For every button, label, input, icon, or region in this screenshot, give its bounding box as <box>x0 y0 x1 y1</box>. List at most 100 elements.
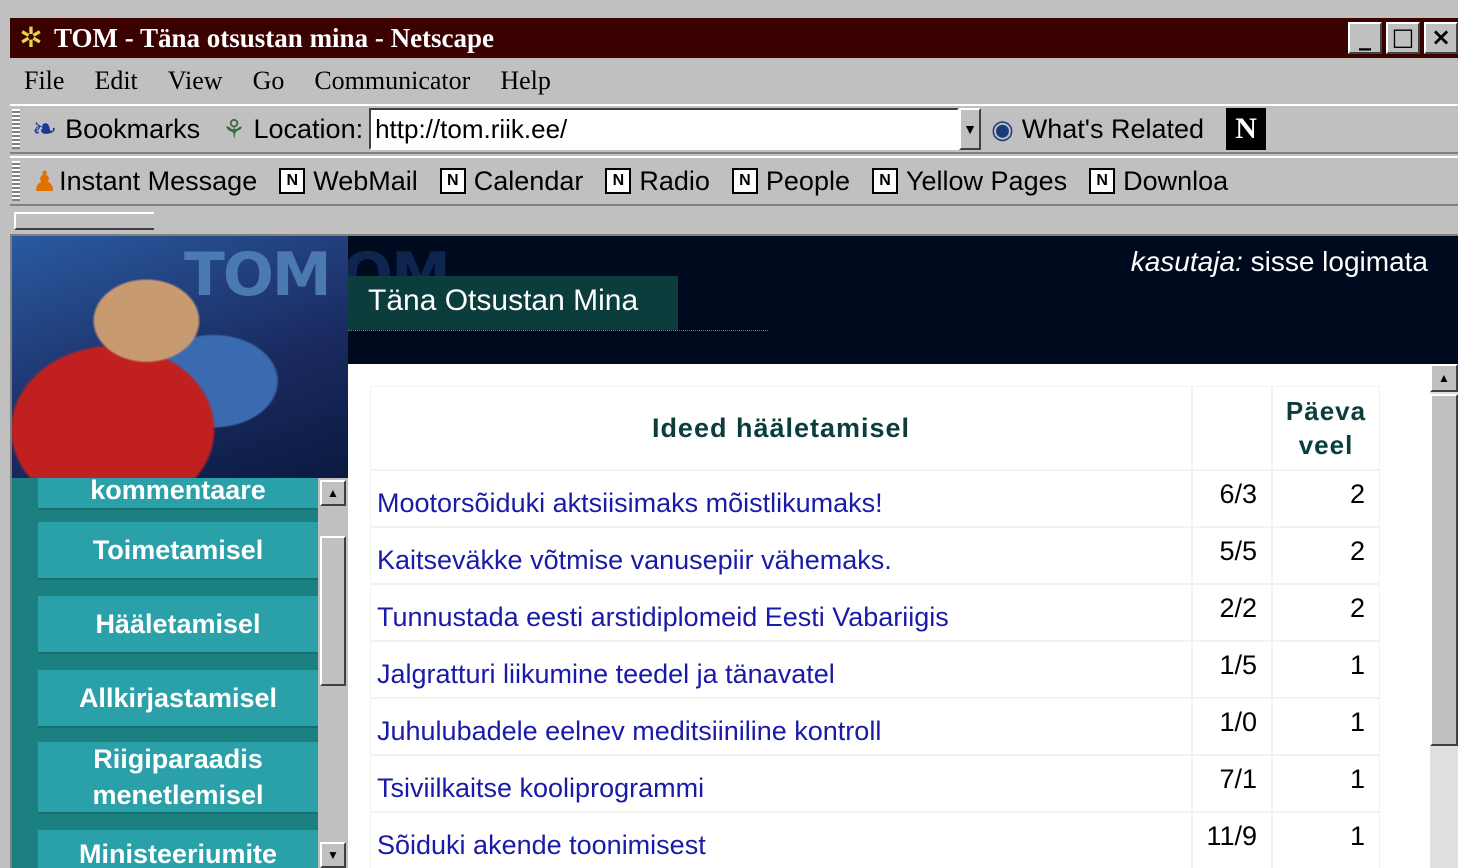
divider <box>348 330 768 331</box>
location-icon: ⚘ <box>222 113 246 144</box>
toolbar-collapse-tab[interactable] <box>14 212 154 230</box>
idea-days-left: 1 <box>1272 641 1380 698</box>
bookmark-link-icon: N <box>279 168 306 194</box>
idea-link[interactable]: Tsiviilkaitse kooliprogrammi <box>370 755 1192 812</box>
bookmark-link-icon: N <box>439 168 466 194</box>
sidebar-scrollbar[interactable]: ▲ ▼ <box>318 478 348 868</box>
table-row: Mootorsõiduki aktsiisimaks mõistlikumaks… <box>370 470 1380 527</box>
window-controls: _ □ × <box>1348 22 1458 54</box>
idea-link[interactable]: Tunnustada eesti arstidiplomeid Eesti Va… <box>370 584 1192 641</box>
toolbar-grip[interactable] <box>12 109 20 149</box>
site-title: Täna Otsustan Mina <box>368 284 639 317</box>
idea-days-left: 2 <box>1272 527 1380 584</box>
idea-votes: 6/3 <box>1192 470 1272 527</box>
maximize-button[interactable]: □ <box>1386 22 1420 54</box>
table-header-votes <box>1192 386 1272 470</box>
scroll-up-arrow-icon[interactable]: ▲ <box>320 480 346 506</box>
idea-link[interactable]: Kaitseväkke võtmise vanusepiir vähemaks. <box>370 527 1192 584</box>
sidebar-scroll-thumb[interactable] <box>320 536 346 686</box>
link-calendar[interactable]: Calendar <box>474 166 584 197</box>
ideas-voting-table: Ideed hääletamisel Päeva veel Mootorsõid… <box>370 386 1380 868</box>
sidebar-item-toimetamisel[interactable]: Toimetamisel <box>38 522 318 580</box>
main-scrollbar[interactable]: ▲ <box>1430 364 1458 868</box>
link-radio[interactable]: Radio <box>639 166 710 197</box>
whats-related-button[interactable]: What's Related <box>1022 114 1204 145</box>
bookmarks-icon[interactable]: ❧ <box>32 112 57 147</box>
table-row: Juhulubadele eelnev meditsiiniline kontr… <box>370 698 1380 755</box>
days-header-line2: veel <box>1298 430 1354 460</box>
idea-votes: 2/2 <box>1192 584 1272 641</box>
idea-link[interactable]: Mootorsõiduki aktsiisimaks mõistlikumaks… <box>370 470 1192 527</box>
menu-view[interactable]: View <box>168 66 223 96</box>
sidebar-item-allkirjastamisel[interactable]: Allkirjastamisel <box>38 670 318 728</box>
table-row: Kaitseväkke võtmise vanusepiir vähemaks.… <box>370 527 1380 584</box>
idea-link[interactable]: Sõiduki akende toonimisest <box>370 812 1192 868</box>
toolbar-collapse-bar <box>10 208 1458 234</box>
main-content: Ideed hääletamisel Päeva veel Mootorsõid… <box>348 364 1430 868</box>
personal-toolbar: ♟ Instant Message N WebMail N Calendar N… <box>10 156 1458 206</box>
menu-edit[interactable]: Edit <box>94 66 137 96</box>
sidebar-nav: kommentaare Toimetamisel Hääletamisel Al… <box>12 478 348 868</box>
toolbar-grip[interactable] <box>12 161 20 201</box>
scroll-up-arrow-icon[interactable]: ▲ <box>1430 364 1458 392</box>
menu-bar: File Edit View Go Communicator Help <box>10 60 1458 102</box>
page-content: OM Täna Otsustan Mina kasutaja: sisse lo… <box>10 234 1458 868</box>
table-row: Jalgratturi liikumine teedel ja tänavate… <box>370 641 1380 698</box>
site-logo[interactable]: TOM <box>184 240 332 310</box>
instant-message-icon: ♟ <box>32 165 58 197</box>
sidebar-item-haaletamisel[interactable]: Hääletamisel <box>38 596 318 654</box>
table-header-title: Ideed hääletamisel <box>370 386 1192 470</box>
whats-related-icon[interactable]: ◉ <box>991 114 1014 145</box>
sidebar-item-riigiparaadis[interactable]: Riigiparaadis menetlemisel <box>38 742 318 814</box>
user-login-status: sisse logimata <box>1250 246 1428 277</box>
netscape-logo-icon[interactable]: N <box>1226 108 1267 150</box>
minimize-button[interactable]: _ <box>1348 22 1382 54</box>
bookmarks-button[interactable]: Bookmarks <box>65 114 200 145</box>
table-header-row: Ideed hääletamisel Päeva veel <box>370 386 1380 470</box>
idea-votes: 5/5 <box>1192 527 1272 584</box>
window-title: TOM - Täna otsustan mina - Netscape <box>54 22 495 53</box>
idea-votes: 11/9 <box>1192 812 1272 868</box>
user-label: kasutaja: <box>1130 246 1243 277</box>
idea-votes: 1/5 <box>1192 641 1272 698</box>
menu-go[interactable]: Go <box>253 66 285 96</box>
location-label: Location: <box>253 113 364 144</box>
link-download[interactable]: Downloa <box>1123 166 1228 197</box>
location-toolbar: ❧ Bookmarks ⚘ Location: http://tom.riik.… <box>10 104 1458 154</box>
idea-days-left: 1 <box>1272 812 1380 868</box>
title-bar-inner[interactable]: ✲ TOM - Täna otsustan mina - Netscape _ … <box>10 18 1458 58</box>
bookmark-link-icon: N <box>731 168 758 194</box>
link-yellow-pages[interactable]: Yellow Pages <box>906 166 1067 197</box>
sidebar-item-kommentaare[interactable]: kommentaare <box>38 478 318 510</box>
bookmark-link-icon: N <box>871 168 898 194</box>
table-row: Tunnustada eesti arstidiplomeid Eesti Va… <box>370 584 1380 641</box>
menu-help[interactable]: Help <box>500 66 551 96</box>
table-row: Tsiviilkaitse kooliprogrammi 7/1 1 <box>370 755 1380 812</box>
idea-link[interactable]: Jalgratturi liikumine teedel ja tänavate… <box>370 641 1192 698</box>
idea-votes: 7/1 <box>1192 755 1272 812</box>
sidebar-item-ministeeriumite[interactable]: Ministeeriumite <box>38 830 318 868</box>
close-button[interactable]: × <box>1424 22 1458 54</box>
title-bar: ✲ TOM - Täna otsustan mina - Netscape _ … <box>0 0 1458 60</box>
link-instant-message[interactable]: Instant Message <box>59 166 257 197</box>
days-header-line1: Päeva <box>1285 396 1367 426</box>
menu-file[interactable]: File <box>24 66 64 96</box>
user-status: kasutaja: sisse logimata <box>1131 246 1428 278</box>
bookmark-link-icon: N <box>605 168 632 194</box>
idea-link[interactable]: Juhulubadele eelnev meditsiiniline kontr… <box>370 698 1192 755</box>
idea-days-left: 1 <box>1272 698 1380 755</box>
main-scroll-thumb[interactable] <box>1430 394 1458 746</box>
idea-days-left: 2 <box>1272 470 1380 527</box>
table-header-days: Päeva veel <box>1272 386 1380 470</box>
link-people[interactable]: People <box>766 166 850 197</box>
netscape-app-icon[interactable]: ✲ <box>14 21 48 55</box>
scroll-down-arrow-icon[interactable]: ▼ <box>320 842 346 868</box>
link-webmail[interactable]: WebMail <box>313 166 418 197</box>
location-dropdown-button[interactable]: ▼ <box>959 108 982 150</box>
bookmark-link-icon: N <box>1089 168 1116 194</box>
idea-votes: 1/0 <box>1192 698 1272 755</box>
table-row: Sõiduki akende toonimisest 11/9 1 <box>370 812 1380 868</box>
location-input[interactable]: http://tom.riik.ee/ <box>369 108 960 150</box>
menu-communicator[interactable]: Communicator <box>314 66 470 96</box>
idea-days-left: 2 <box>1272 584 1380 641</box>
